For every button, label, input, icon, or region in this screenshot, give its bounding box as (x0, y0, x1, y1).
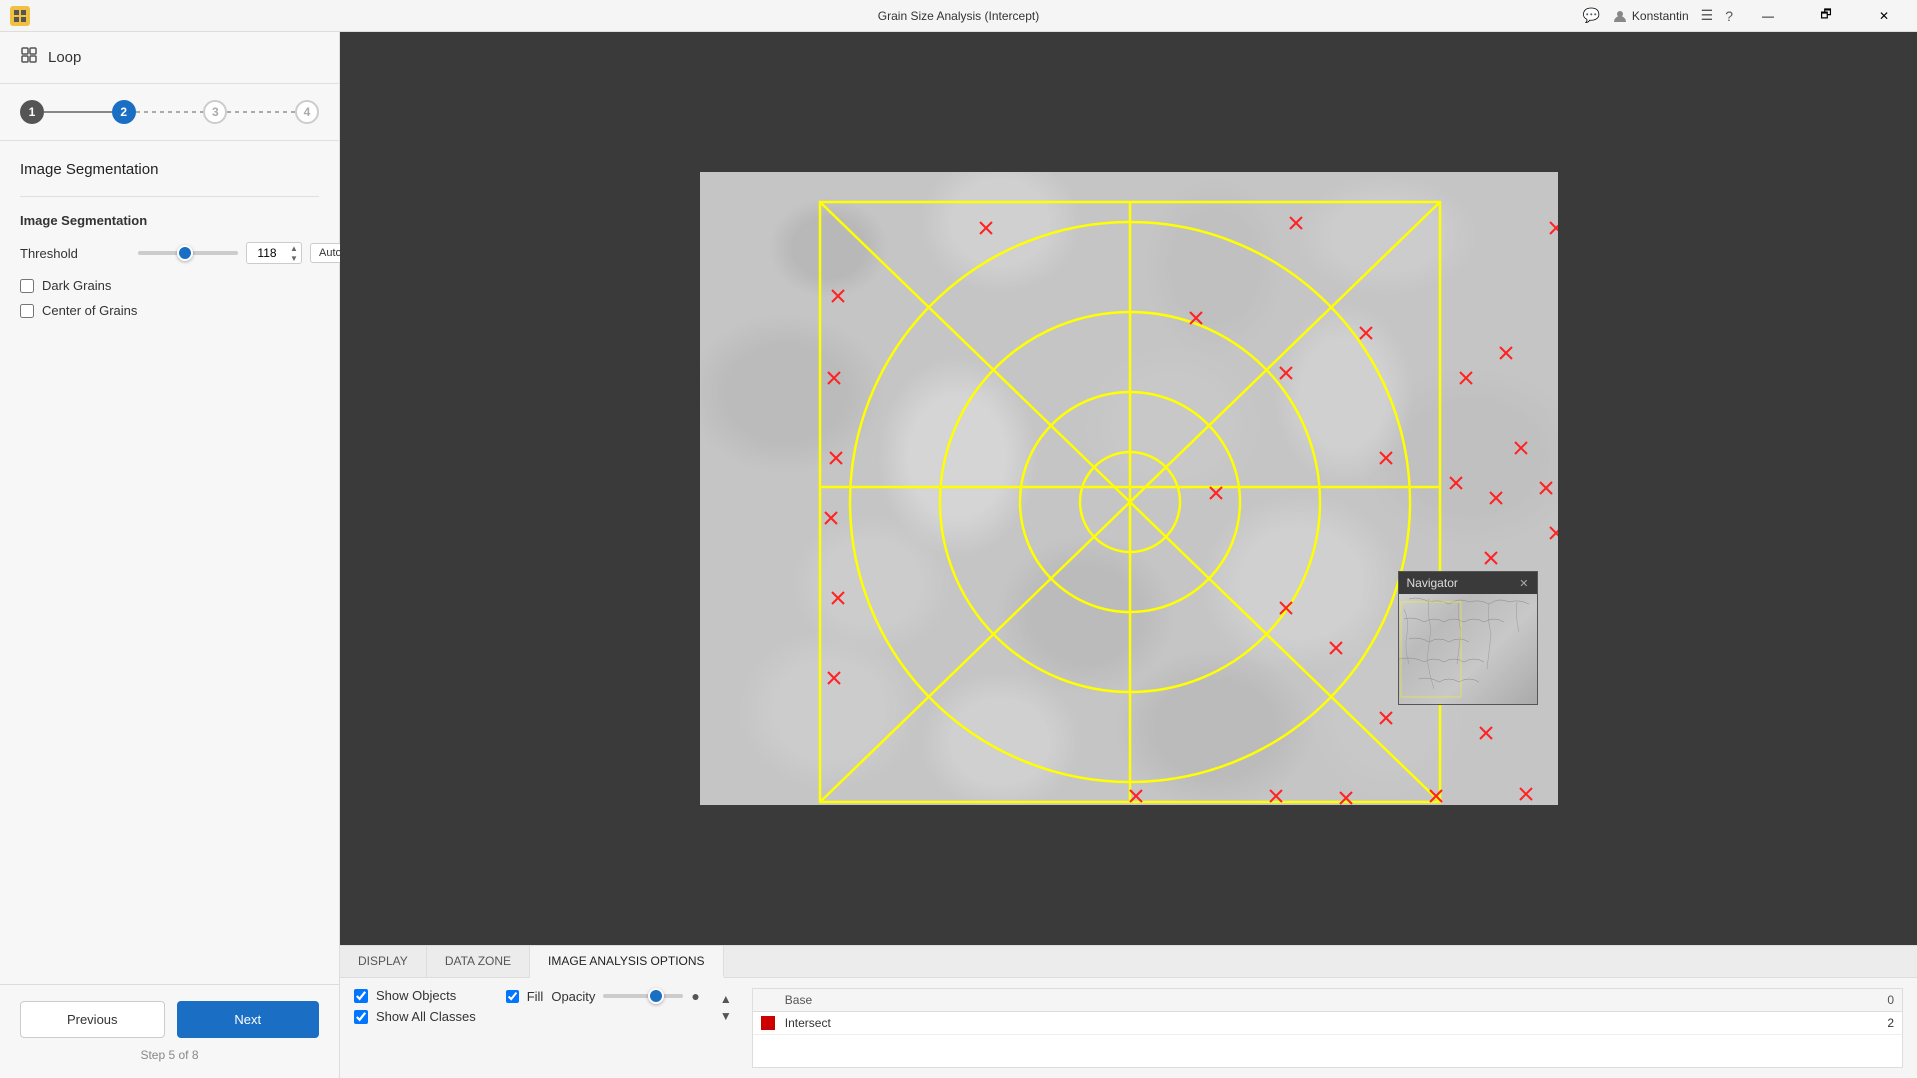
step-line-3-4 (227, 111, 295, 113)
minimize-button[interactable]: — (1745, 0, 1791, 32)
app-icon (10, 6, 30, 26)
navigator-close-button[interactable]: ✕ (1519, 577, 1528, 590)
threshold-spinners: ▲ ▼ (287, 243, 301, 263)
intersect-color-swatch (761, 1016, 775, 1030)
center-of-grains-label: Center of Grains (42, 303, 137, 318)
dark-grains-checkbox[interactable] (20, 279, 34, 293)
bottom-content: Show Objects Show All Classes Fill Opaci… (340, 978, 1917, 1078)
canvas-area: Navigator ✕ (340, 32, 1917, 945)
center-of-grains-checkbox[interactable] (20, 304, 34, 318)
step-2: 2 (112, 100, 136, 124)
navigator-header: Navigator ✕ (1399, 572, 1537, 594)
intersect-class-value: 2 (1864, 1016, 1894, 1030)
intersect-class-name: Intersect (785, 1016, 1854, 1030)
threshold-input[interactable]: 118 (247, 244, 287, 262)
sidebar-footer: Previous Next Step 5 of 8 (0, 984, 339, 1078)
threshold-slider[interactable] (138, 251, 238, 255)
threshold-slider-container: 118 ▲ ▼ Auto (138, 242, 351, 264)
opacity-slider-icon: ● (691, 988, 699, 1004)
step-4: 4 (295, 100, 319, 124)
titlebar-controls: 💬 Konstantin ☰ ? — 🗗 ✕ (1582, 0, 1907, 32)
tabs-row: DISPLAY DATA ZONE IMAGE ANALYSIS OPTIONS (340, 946, 1917, 978)
titlebar: Grain Size Analysis (Intercept) 💬 Konsta… (0, 0, 1917, 32)
fill-label: Fill (527, 989, 544, 1004)
layer-down-arrow[interactable]: ▼ (720, 1009, 732, 1023)
threshold-label: Threshold (20, 246, 130, 261)
tab-image-analysis[interactable]: IMAGE ANALYSIS OPTIONS (530, 946, 724, 978)
display-options: Show Objects Show All Classes (354, 988, 476, 1024)
close-button[interactable]: ✕ (1861, 0, 1907, 32)
step-3: 3 (203, 100, 227, 124)
dark-grains-row: Dark Grains (20, 278, 319, 293)
main-layout: Loop 1 2 3 4 Image Segmentation Image Se… (0, 32, 1917, 1078)
layer-up-arrow[interactable]: ▲ (720, 992, 732, 1006)
show-objects-item: Show Objects (354, 988, 476, 1003)
chat-icon[interactable]: 💬 (1582, 7, 1599, 24)
step-info: Step 5 of 8 (20, 1048, 319, 1062)
grain-image (700, 172, 1558, 805)
opacity-slider[interactable] (603, 994, 683, 998)
show-objects-checkbox[interactable] (354, 989, 368, 1003)
navigator-panel: Navigator ✕ (1398, 571, 1538, 705)
center-of-grains-row: Center of Grains (20, 303, 319, 318)
threshold-group: Threshold 118 ▲ ▼ Auto (20, 242, 319, 264)
class-name-header: Base (785, 993, 1854, 1007)
grain-image-wrapper: Navigator ✕ (700, 172, 1558, 805)
sidebar-content: Image Segmentation Image Segmentation Th… (0, 141, 339, 984)
page-title: Image Segmentation (20, 161, 319, 178)
tab-display[interactable]: DISPLAY (340, 946, 427, 977)
class-table: Base 0 Intersect 2 (752, 988, 1903, 1068)
show-all-classes-checkbox[interactable] (354, 1010, 368, 1024)
sidebar-header: Loop (0, 32, 339, 84)
menu-icon[interactable]: ☰ (1701, 7, 1714, 24)
sidebar-title: Loop (48, 49, 81, 66)
step-line-2-3 (136, 111, 204, 113)
loop-icon (20, 46, 38, 69)
help-icon[interactable]: ? (1725, 8, 1733, 24)
step-line-1-2 (44, 111, 112, 113)
opacity-label: Opacity (551, 989, 595, 1004)
main-content: Navigator ✕ (340, 32, 1917, 1078)
threshold-down[interactable]: ▼ (287, 253, 301, 263)
fill-checkbox[interactable] (506, 990, 519, 1003)
show-objects-label: Show Objects (376, 988, 456, 1003)
class-value-header: 0 (1864, 993, 1894, 1007)
section-subtitle: Image Segmentation (20, 213, 319, 228)
tab-data-zone[interactable]: DATA ZONE (427, 946, 530, 977)
nav-buttons: Previous Next (20, 1001, 319, 1038)
titlebar-left (10, 6, 30, 26)
bottom-area: DISPLAY DATA ZONE IMAGE ANALYSIS OPTIONS… (340, 945, 1917, 1078)
window-title: Grain Size Analysis (Intercept) (878, 9, 1039, 23)
show-all-classes-label: Show All Classes (376, 1009, 476, 1024)
fill-option: Fill Opacity ● (506, 988, 700, 1004)
sidebar: Loop 1 2 3 4 Image Segmentation Image Se… (0, 32, 340, 1078)
dark-grains-label: Dark Grains (42, 278, 111, 293)
layer-arrows: ▲ ▼ (720, 992, 732, 1023)
user-label: Konstantin (1612, 8, 1689, 24)
previous-button[interactable]: Previous (20, 1001, 165, 1038)
threshold-number-wrap: 118 ▲ ▼ (246, 242, 302, 264)
threshold-up[interactable]: ▲ (287, 243, 301, 253)
steps-indicator: 1 2 3 4 (0, 84, 339, 141)
class-table-header-row: Base 0 (753, 989, 1902, 1012)
next-button[interactable]: Next (177, 1001, 320, 1038)
maximize-button[interactable]: 🗗 (1803, 0, 1849, 32)
step-1: 1 (20, 100, 44, 124)
show-all-classes-item: Show All Classes (354, 1009, 476, 1024)
class-intersect-row: Intersect 2 (753, 1012, 1902, 1035)
grain-texture (700, 172, 1558, 805)
navigator-title: Navigator (1407, 576, 1458, 590)
navigator-thumbnail (1399, 594, 1537, 704)
